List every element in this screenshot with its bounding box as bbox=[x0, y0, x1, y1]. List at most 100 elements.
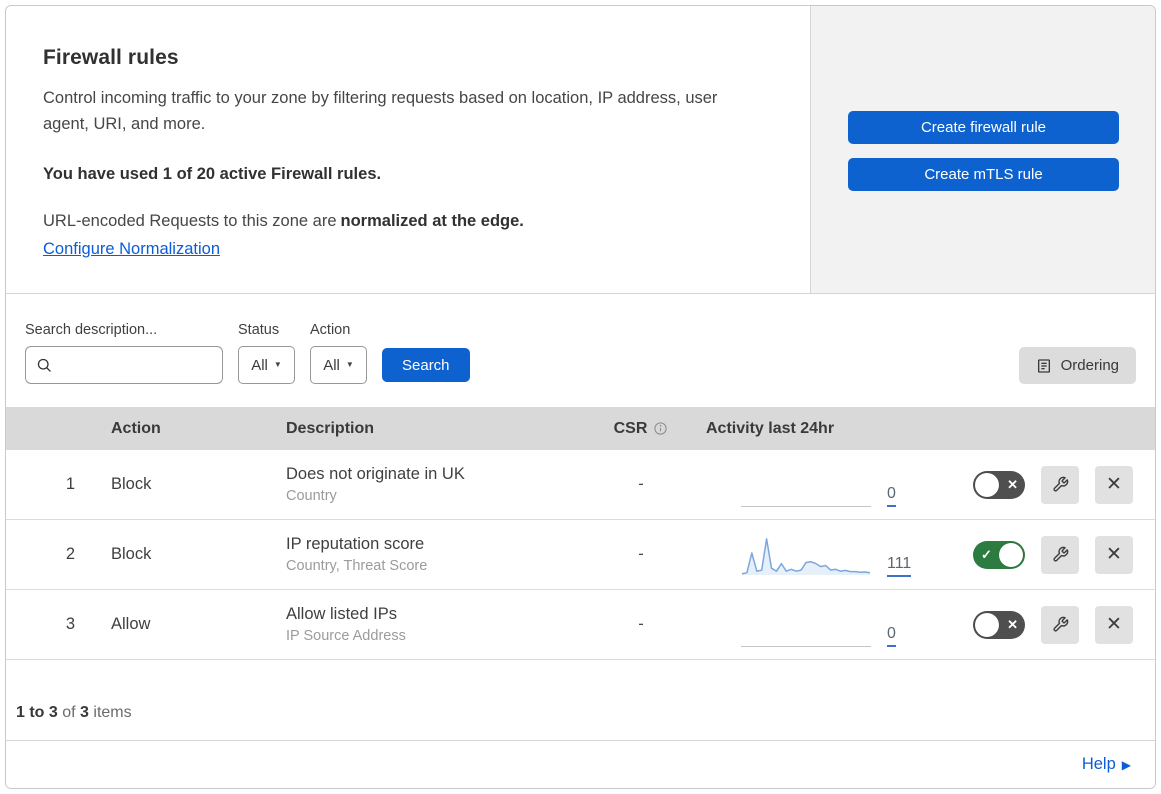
rule-action: Allow bbox=[111, 615, 151, 633]
ordering-button-label: Ordering bbox=[1060, 357, 1119, 374]
items-range: 1 to 3 bbox=[16, 704, 58, 721]
rule-description-cell: IP reputation score Country, Threat Scor… bbox=[286, 535, 591, 574]
action-label: Action bbox=[310, 322, 351, 338]
help-bar: Help ▶ bbox=[6, 740, 1155, 788]
create-firewall-rule-button[interactable]: Create firewall rule bbox=[848, 111, 1119, 144]
edit-rule-button[interactable] bbox=[1041, 465, 1079, 504]
rule-priority: 3 bbox=[65, 615, 75, 633]
rule-description-cell: Does not originate in UK Country bbox=[286, 465, 591, 504]
activity-count-link[interactable]: 0 bbox=[887, 485, 896, 507]
rule-criteria: IP Source Address bbox=[286, 628, 406, 644]
x-icon: ✕ bbox=[1106, 474, 1122, 495]
table-header-row: Action Description CSR Activity last 24h… bbox=[6, 407, 1155, 450]
csr-header-label: CSR bbox=[613, 419, 648, 437]
info-icon[interactable] bbox=[653, 421, 668, 436]
action-filter-select[interactable]: All ▼ bbox=[310, 346, 367, 384]
rule-description-cell: Allow listed IPs IP Source Address bbox=[286, 605, 591, 644]
rule-description: IP reputation score bbox=[286, 535, 425, 553]
status-label: Status bbox=[238, 322, 280, 338]
page-description: Control incoming traffic to your zone by… bbox=[43, 89, 718, 133]
rule-csr-value: - bbox=[638, 615, 644, 633]
edit-rule-button[interactable] bbox=[1041, 535, 1079, 574]
chevron-down-icon: ▼ bbox=[345, 360, 354, 369]
status-filter-value: All bbox=[251, 356, 268, 374]
search-icon bbox=[36, 357, 53, 374]
activity-flatline bbox=[741, 645, 871, 647]
rule-criteria: Country, Threat Score bbox=[286, 558, 428, 574]
x-icon: ✕ bbox=[1106, 544, 1122, 565]
action-field: Action All ▼ bbox=[310, 322, 367, 384]
column-header-activity: Activity last 24hr bbox=[706, 419, 835, 437]
actions-panel: Create firewall rule Create mTLS rule bbox=[811, 6, 1155, 293]
rule-controls: ✕ ✕ bbox=[973, 465, 1133, 504]
table-row: 1 Block Does not originate in UK Country… bbox=[6, 450, 1155, 520]
delete-rule-button[interactable]: ✕ bbox=[1095, 465, 1133, 504]
items-label: items bbox=[88, 704, 132, 721]
activity-sparkline bbox=[741, 537, 871, 575]
wrench-icon bbox=[1052, 546, 1068, 562]
delete-rule-button[interactable]: ✕ bbox=[1095, 605, 1133, 644]
usage-summary: You have used 1 of 20 active Firewall ru… bbox=[43, 165, 382, 183]
items-total: 3 bbox=[80, 704, 89, 721]
activity-flatline bbox=[741, 505, 871, 507]
rule-enabled-toggle[interactable]: ✕ bbox=[973, 610, 1025, 639]
wrench-icon bbox=[1052, 476, 1068, 492]
firewall-rules-page: Firewall rules Control incoming traffic … bbox=[5, 5, 1156, 789]
toggle-state-icon: ✕ bbox=[1007, 617, 1018, 632]
search-button[interactable]: Search bbox=[382, 348, 470, 382]
header-section: Firewall rules Control incoming traffic … bbox=[6, 6, 1155, 294]
status-filter-select[interactable]: All ▼ bbox=[238, 346, 295, 384]
page-title: Firewall rules bbox=[43, 46, 179, 69]
rule-enabled-toggle[interactable]: ✕ bbox=[973, 470, 1025, 499]
configure-normalization-link[interactable]: Configure Normalization bbox=[43, 240, 220, 259]
rule-controls: ✓ ✕ bbox=[973, 535, 1133, 574]
activity-count-link[interactable]: 111 bbox=[887, 555, 912, 577]
table-row: 2 Block IP reputation score Country, Thr… bbox=[6, 520, 1155, 590]
ordering-button[interactable]: Ordering bbox=[1018, 347, 1136, 384]
rule-priority: 2 bbox=[65, 545, 75, 563]
rule-activity-cell: 111 bbox=[691, 533, 931, 577]
rule-criteria: Country bbox=[286, 488, 337, 504]
help-link-label: Help bbox=[1081, 755, 1116, 773]
rule-action: Block bbox=[111, 475, 152, 493]
wrench-icon bbox=[1052, 616, 1068, 632]
rule-enabled-toggle[interactable]: ✓ bbox=[973, 540, 1025, 569]
normalization-text: URL-encoded Requests to this zone are bbox=[43, 212, 337, 230]
rule-description: Does not originate in UK bbox=[286, 465, 465, 483]
rule-activity-cell: 0 bbox=[691, 463, 931, 507]
rule-action: Block bbox=[111, 545, 152, 563]
rule-csr-value: - bbox=[638, 545, 644, 563]
x-icon: ✕ bbox=[1106, 614, 1122, 635]
toggle-state-icon: ✓ bbox=[981, 547, 992, 562]
rule-priority: 1 bbox=[65, 475, 75, 493]
activity-count-link[interactable]: 0 bbox=[887, 625, 896, 647]
rule-csr-value: - bbox=[638, 475, 644, 493]
search-box[interactable] bbox=[25, 346, 223, 384]
rules-table: Action Description CSR Activity last 24h… bbox=[6, 407, 1155, 660]
activity-graph bbox=[741, 533, 871, 577]
search-input[interactable] bbox=[53, 356, 212, 374]
normalization-note: URL-encoded Requests to this zone are nor… bbox=[43, 212, 770, 231]
search-label: Search description... bbox=[25, 322, 158, 338]
filter-bar: Search description... Status All ▼ Actio… bbox=[6, 294, 1155, 407]
rule-activity-cell: 0 bbox=[691, 603, 931, 647]
toggle-knob bbox=[975, 472, 999, 497]
activity-graph bbox=[741, 463, 871, 507]
create-mtls-rule-button[interactable]: Create mTLS rule bbox=[848, 158, 1119, 191]
column-header-description: Description bbox=[286, 419, 375, 437]
edit-rule-button[interactable] bbox=[1041, 605, 1079, 644]
header-text-block: Firewall rules Control incoming traffic … bbox=[6, 6, 811, 293]
column-header-csr: CSR bbox=[591, 420, 691, 438]
toggle-knob bbox=[975, 612, 999, 637]
help-link[interactable]: Help ▶ bbox=[1082, 755, 1131, 774]
items-of-text: of bbox=[57, 704, 81, 721]
pagination-summary: 1 to 3 of 3 items bbox=[6, 660, 1155, 740]
rule-controls: ✕ ✕ bbox=[973, 605, 1133, 644]
search-field: Search description... bbox=[25, 322, 223, 384]
delete-rule-button[interactable]: ✕ bbox=[1095, 535, 1133, 574]
rule-description: Allow listed IPs bbox=[286, 605, 397, 623]
action-filter-value: All bbox=[323, 356, 340, 374]
column-header-action: Action bbox=[111, 419, 161, 437]
toggle-state-icon: ✕ bbox=[1007, 477, 1018, 492]
toggle-knob bbox=[999, 542, 1023, 567]
